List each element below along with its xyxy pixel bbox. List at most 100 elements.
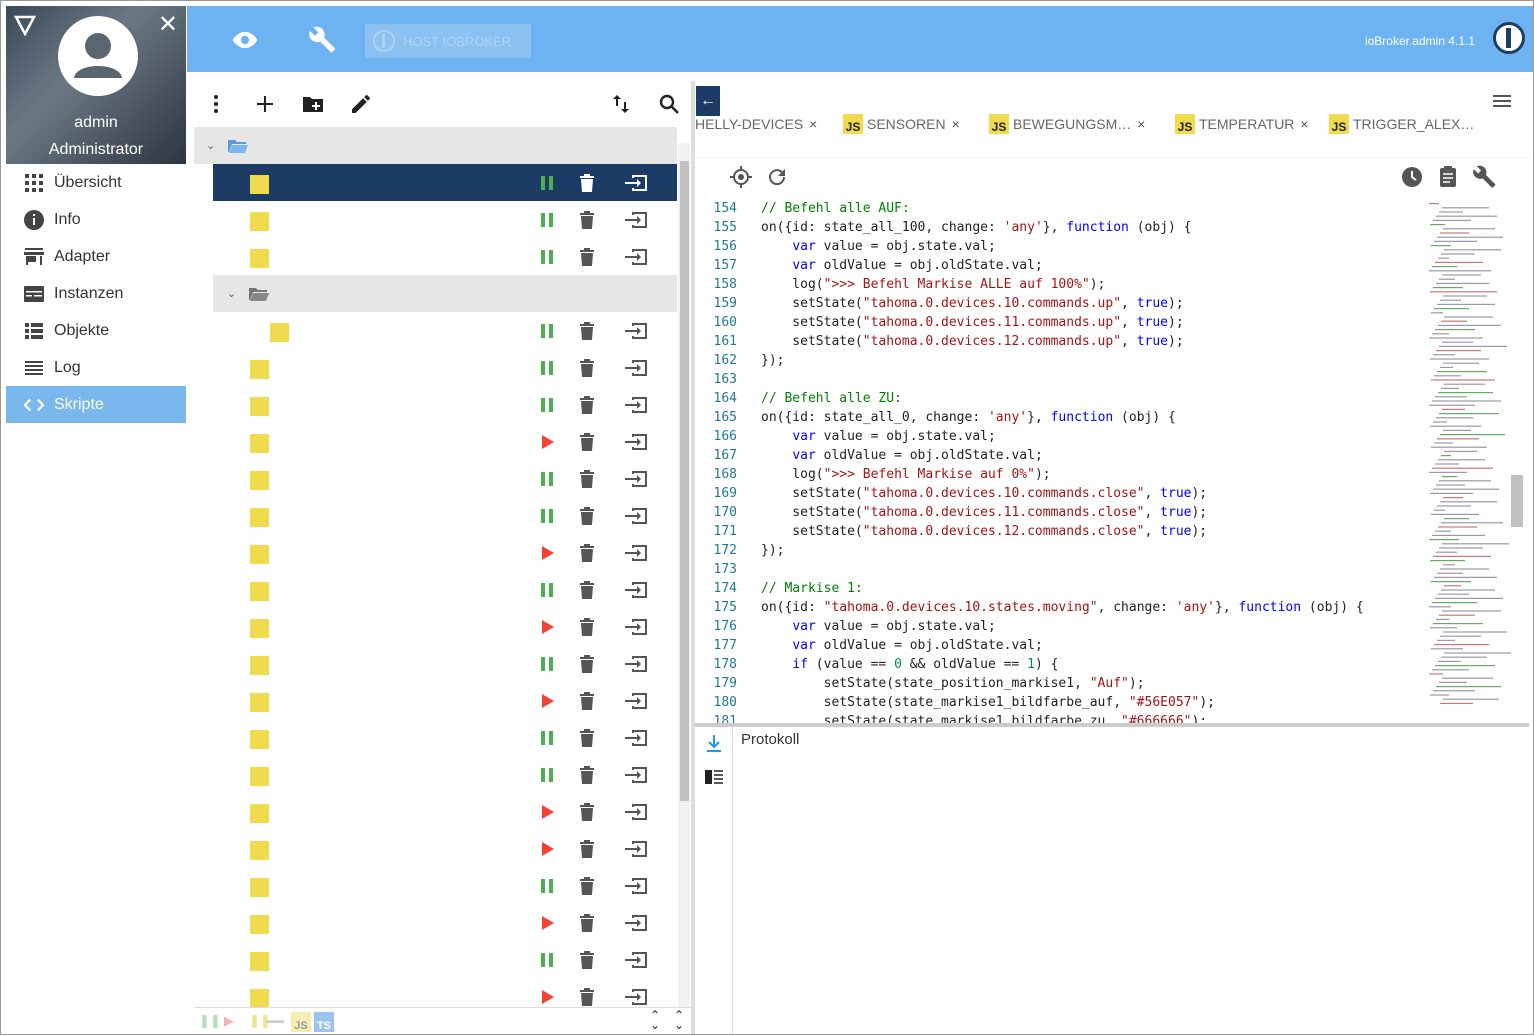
filter-js-icon[interactable]: JS	[291, 1012, 311, 1032]
script-row[interactable]	[213, 756, 677, 793]
script-row[interactable]	[213, 645, 677, 682]
editor-scrollbar-thumb[interactable]	[1511, 475, 1523, 527]
export-icon[interactable]	[624, 581, 648, 599]
tab-helly-devices[interactable]: HELLY-DEVICES ×	[695, 111, 817, 137]
script-row[interactable]	[213, 719, 677, 756]
script-row[interactable]	[213, 386, 677, 423]
sidebar-item--bersicht[interactable]: Übersicht	[6, 164, 186, 201]
delete-icon[interactable]	[579, 248, 595, 266]
export-icon[interactable]	[624, 692, 648, 710]
play-icon[interactable]	[539, 693, 555, 709]
export-icon[interactable]	[624, 951, 648, 969]
more-vert-icon[interactable]	[204, 92, 228, 116]
pause-icon[interactable]	[539, 323, 555, 339]
menu-triangle-icon[interactable]	[14, 14, 36, 36]
clipboard-icon[interactable]	[1436, 165, 1460, 189]
pause-icon[interactable]	[539, 508, 555, 524]
script-row[interactable]	[213, 349, 677, 386]
export-icon[interactable]	[624, 655, 648, 673]
pause-icon[interactable]	[539, 175, 555, 191]
pause-icon[interactable]	[539, 656, 555, 672]
script-row[interactable]	[213, 941, 677, 978]
delete-icon[interactable]	[579, 174, 595, 192]
delete-icon[interactable]	[579, 840, 595, 858]
close-tab-icon[interactable]: ×	[1137, 116, 1145, 132]
export-icon[interactable]	[624, 174, 648, 192]
export-icon[interactable]	[624, 248, 648, 266]
tab-bewegungsm[interactable]: JS BEWEGUNGSM… ×	[989, 111, 1145, 137]
script-row[interactable]	[213, 978, 677, 1007]
script-row[interactable]	[213, 201, 677, 238]
pause-icon[interactable]	[539, 767, 555, 783]
settings-wrench-icon[interactable]	[1473, 165, 1497, 189]
collapse-all-icon[interactable]: ⌃ ⌄	[650, 1009, 660, 1031]
delete-icon[interactable]	[579, 396, 595, 414]
delete-icon[interactable]	[579, 507, 595, 525]
script-row[interactable]	[213, 682, 677, 719]
script-row[interactable]	[213, 164, 677, 201]
pause-icon[interactable]	[539, 582, 555, 598]
close-tab-icon[interactable]: ×	[809, 116, 817, 132]
export-icon[interactable]	[624, 544, 648, 562]
pause-icon[interactable]	[539, 360, 555, 376]
chevron-down-icon[interactable]: ⌄	[206, 139, 218, 152]
add-folder-icon[interactable]	[301, 92, 325, 116]
edit-icon[interactable]	[349, 92, 373, 116]
chevron-down-icon[interactable]: ⌄	[227, 287, 239, 300]
export-icon[interactable]	[624, 470, 648, 488]
export-icon[interactable]	[624, 618, 648, 636]
delete-icon[interactable]	[579, 914, 595, 932]
log-view-icon[interactable]	[705, 769, 723, 785]
play-icon[interactable]	[539, 619, 555, 635]
export-icon[interactable]	[624, 877, 648, 895]
pause-icon[interactable]	[539, 730, 555, 746]
script-row[interactable]	[213, 534, 677, 571]
play-icon[interactable]	[539, 804, 555, 820]
script-row[interactable]	[213, 571, 677, 608]
locate-icon[interactable]	[729, 165, 753, 189]
delete-icon[interactable]	[579, 618, 595, 636]
script-row[interactable]	[213, 867, 677, 904]
code-minimap[interactable]	[1423, 199, 1523, 723]
tree-scrollbar[interactable]	[678, 143, 690, 1007]
delete-icon[interactable]	[579, 211, 595, 229]
tab-temperatur[interactable]: JS TEMPERATUR ×	[1175, 111, 1309, 137]
sidebar-item-instanzen[interactable]: Instanzen	[6, 275, 186, 312]
delete-icon[interactable]	[579, 322, 595, 340]
export-icon[interactable]	[624, 433, 648, 451]
tree-scrollbar-thumb[interactable]	[680, 161, 689, 801]
export-icon[interactable]	[624, 803, 648, 821]
play-icon[interactable]	[539, 434, 555, 450]
tab-menu-icon[interactable]	[1493, 95, 1511, 109]
script-row[interactable]	[213, 830, 677, 867]
pause-icon[interactable]	[539, 471, 555, 487]
delete-icon[interactable]	[579, 544, 595, 562]
pause-icon[interactable]	[539, 878, 555, 894]
search-icon[interactable]	[657, 92, 681, 116]
script-row[interactable]	[213, 608, 677, 645]
close-tab-icon[interactable]: ×	[952, 116, 960, 132]
export-icon[interactable]	[624, 988, 648, 1006]
delete-icon[interactable]	[579, 803, 595, 821]
export-icon[interactable]	[624, 396, 648, 414]
export-icon[interactable]	[624, 766, 648, 784]
script-row[interactable]	[213, 793, 677, 830]
code-editor[interactable]: 154// Befehl alle AUF: 155 on({id: state_a…	[701, 199, 1423, 723]
pause-icon[interactable]	[539, 397, 555, 413]
script-row[interactable]	[213, 423, 677, 460]
export-icon[interactable]	[624, 840, 648, 858]
sort-icon[interactable]	[609, 92, 633, 116]
delete-icon[interactable]	[579, 581, 595, 599]
close-drawer-icon[interactable]: ✕	[158, 10, 178, 39]
scroll-down-icon[interactable]	[705, 733, 723, 753]
pause-icon[interactable]	[539, 952, 555, 968]
host-button[interactable]: HOST IOBROKER	[365, 24, 531, 58]
script-row[interactable]	[213, 312, 677, 349]
expand-all-icon[interactable]: ⌃ ⌄	[674, 1009, 684, 1031]
export-icon[interactable]	[624, 914, 648, 932]
delete-icon[interactable]	[579, 692, 595, 710]
sidebar-item-info[interactable]: Info	[6, 201, 186, 238]
export-icon[interactable]	[624, 359, 648, 377]
sidebar-item-log[interactable]: Log	[6, 349, 186, 386]
export-icon[interactable]	[624, 211, 648, 229]
